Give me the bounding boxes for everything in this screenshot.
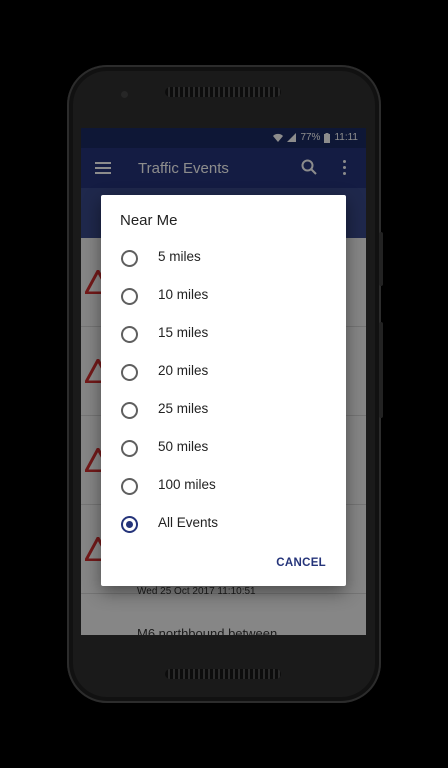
radio-unchecked-icon[interactable]	[121, 440, 138, 457]
earpiece-speaker	[165, 87, 281, 97]
radio-unchecked-icon[interactable]	[121, 402, 138, 419]
radio-option-label: 20 miles	[158, 363, 209, 378]
dialog-title: Near Me	[120, 212, 178, 229]
radio-unchecked-icon[interactable]	[121, 326, 138, 343]
radio-option-label: 10 miles	[158, 287, 209, 302]
radio-unchecked-icon[interactable]	[121, 478, 138, 495]
radio-unchecked-icon[interactable]	[121, 364, 138, 381]
radio-option[interactable]: 50 miles	[101, 429, 346, 467]
radio-option[interactable]: 15 miles	[101, 315, 346, 353]
radio-checked-icon[interactable]	[121, 516, 138, 533]
cancel-button[interactable]: CANCEL	[276, 557, 326, 569]
radio-option[interactable]: 25 miles	[101, 391, 346, 429]
bottom-speaker	[165, 669, 281, 679]
power-button	[379, 232, 383, 286]
radio-option-label: 5 miles	[158, 249, 201, 264]
radio-option[interactable]: 5 miles	[101, 239, 346, 277]
radio-option[interactable]: 20 miles	[101, 353, 346, 391]
radio-option-label: 25 miles	[158, 401, 209, 416]
radio-option[interactable]: 100 miles	[101, 467, 346, 505]
radio-unchecked-icon[interactable]	[121, 288, 138, 305]
radio-option[interactable]: All Events	[101, 505, 346, 543]
radio-option-label: All Events	[158, 515, 219, 530]
radio-option-label: 15 miles	[158, 325, 209, 340]
near-me-dialog: Near Me 5 miles 10 miles 15 miles 20 miles 2…	[101, 195, 346, 586]
radio-unchecked-icon[interactable]	[121, 250, 138, 267]
front-camera	[121, 91, 128, 98]
radio-option-label: 100 miles	[158, 477, 216, 492]
radio-option[interactable]: 10 miles	[101, 277, 346, 315]
volume-button	[379, 322, 383, 418]
radio-option-label: 50 miles	[158, 439, 209, 454]
